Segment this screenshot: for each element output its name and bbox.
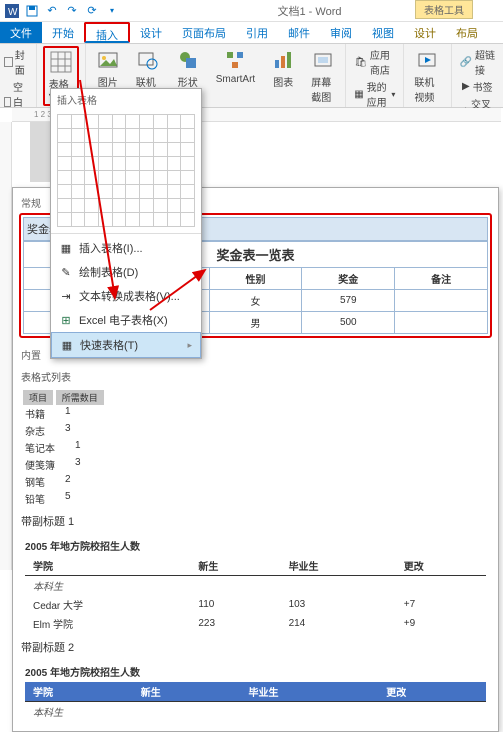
table-dropdown: 插入表格 ▦插入表格(I)... ✎绘制表格(D) ⇥文本转换成表格(V)...…: [50, 88, 202, 359]
text-to-table-item[interactable]: ⇥文本转换成表格(V)...: [51, 284, 201, 308]
tab-table-design[interactable]: 设计: [404, 22, 446, 43]
convert-icon: ⇥: [59, 289, 73, 303]
cover-page[interactable]: 封面: [4, 46, 32, 78]
tab-layout[interactable]: 页面布局: [172, 22, 236, 43]
subtitle-2: 带副标题 2: [19, 635, 492, 659]
contextual-tab-title: 表格工具: [415, 0, 473, 19]
tab-insert[interactable]: 插入: [84, 22, 130, 43]
tab-design[interactable]: 设计: [130, 22, 172, 43]
bookmark-icon: ▶: [462, 81, 470, 92]
media-group: 联机视频 媒体: [404, 44, 451, 107]
hyperlink-button[interactable]: 🔗超链接: [458, 46, 497, 78]
svg-text:W: W: [8, 7, 18, 18]
pencil-icon: ✎: [59, 265, 73, 279]
subtitle-1: 带副标题 1: [19, 509, 492, 533]
online-video-button[interactable]: 联机视频: [410, 46, 444, 106]
repeat-icon[interactable]: ⟳: [84, 3, 100, 19]
undo-icon[interactable]: ↶: [44, 3, 60, 19]
picture-icon: [96, 48, 120, 72]
apps-icon: ▦: [354, 89, 363, 100]
table-grid-picker[interactable]: [51, 110, 201, 231]
chart-icon: [271, 48, 295, 72]
college-preview-1[interactable]: 2005 年地方院校招生人数 学院新生毕业生更改 本科生 Cedar 大学110…: [19, 533, 492, 635]
save-icon[interactable]: [24, 3, 40, 19]
links-group: 🔗超链接 ▶书签 ⇄交叉引用 链接: [452, 44, 503, 107]
chart-button[interactable]: 图表: [267, 46, 299, 106]
quick-tables-item[interactable]: ▦快速表格(T)▸: [51, 332, 201, 358]
tab-review[interactable]: 审阅: [320, 22, 362, 43]
link-icon: 🔗: [460, 57, 472, 68]
tabular-list-preview[interactable]: 项目 所需数目 书籍1 杂志3 笔记本1 便笺簿3 钢笔2 铅笔5: [19, 388, 492, 509]
my-apps-button[interactable]: ▦我的应用 ▾: [352, 78, 397, 110]
excel-table-item[interactable]: ⊞Excel 电子表格(X): [51, 308, 201, 332]
bookmark-button[interactable]: ▶书签: [460, 78, 495, 95]
tab-table-layout[interactable]: 布局: [446, 22, 488, 43]
word-icon: W: [4, 3, 20, 19]
excel-icon: ⊞: [59, 313, 73, 327]
store-icon: 🛍: [354, 57, 367, 68]
smartart-button[interactable]: SmartArt: [212, 46, 259, 106]
shapes-icon: [176, 48, 200, 72]
quick-icon: ▦: [60, 338, 74, 352]
screenshot-button[interactable]: 屏幕截图: [307, 46, 339, 106]
insert-table-item[interactable]: ▦插入表格(I)...: [51, 236, 201, 260]
apps-group: 🛍应用商店 ▦我的应用 ▾ 应用程序: [346, 44, 404, 107]
video-icon: [415, 48, 439, 72]
college-preview-2[interactable]: 2005 年地方院校招生人数 学院新生毕业生更改 本科生: [19, 659, 492, 723]
app-store-button[interactable]: 🛍应用商店: [352, 46, 397, 78]
qat-dropdown-icon[interactable]: ▾: [104, 3, 120, 19]
tab-mailings[interactable]: 邮件: [278, 22, 320, 43]
tab-view[interactable]: 视图: [362, 22, 404, 43]
pages-group: 封面 空白页 ⎋分页 页面: [0, 44, 37, 107]
dropdown-header: 插入表格: [51, 89, 201, 110]
smartart-icon: [223, 48, 247, 72]
redo-icon[interactable]: ↷: [64, 3, 80, 19]
grid-icon: ▦: [59, 241, 73, 255]
quick-access-toolbar: W ↶ ↷ ⟳ ▾: [4, 3, 120, 19]
title-bar: W ↶ ↷ ⟳ ▾ 文档1 - Word 表格工具: [0, 0, 503, 22]
tab-references[interactable]: 引用: [236, 22, 278, 43]
screenshot-icon: [311, 48, 335, 72]
ribbon-tabs: 文件 开始 插入 设计 页面布局 引用 邮件 审阅 视图 设计 布局: [0, 22, 503, 44]
tab-home[interactable]: 开始: [42, 22, 84, 43]
online-picture-icon: [136, 48, 160, 72]
tab-file[interactable]: 文件: [0, 22, 42, 43]
tabular-list-title: 表格式列表: [19, 365, 492, 388]
draw-table-item[interactable]: ✎绘制表格(D): [51, 260, 201, 284]
table-icon: [49, 50, 73, 74]
vertical-ruler: [0, 122, 12, 570]
submenu-arrow-icon: ▸: [187, 340, 192, 351]
